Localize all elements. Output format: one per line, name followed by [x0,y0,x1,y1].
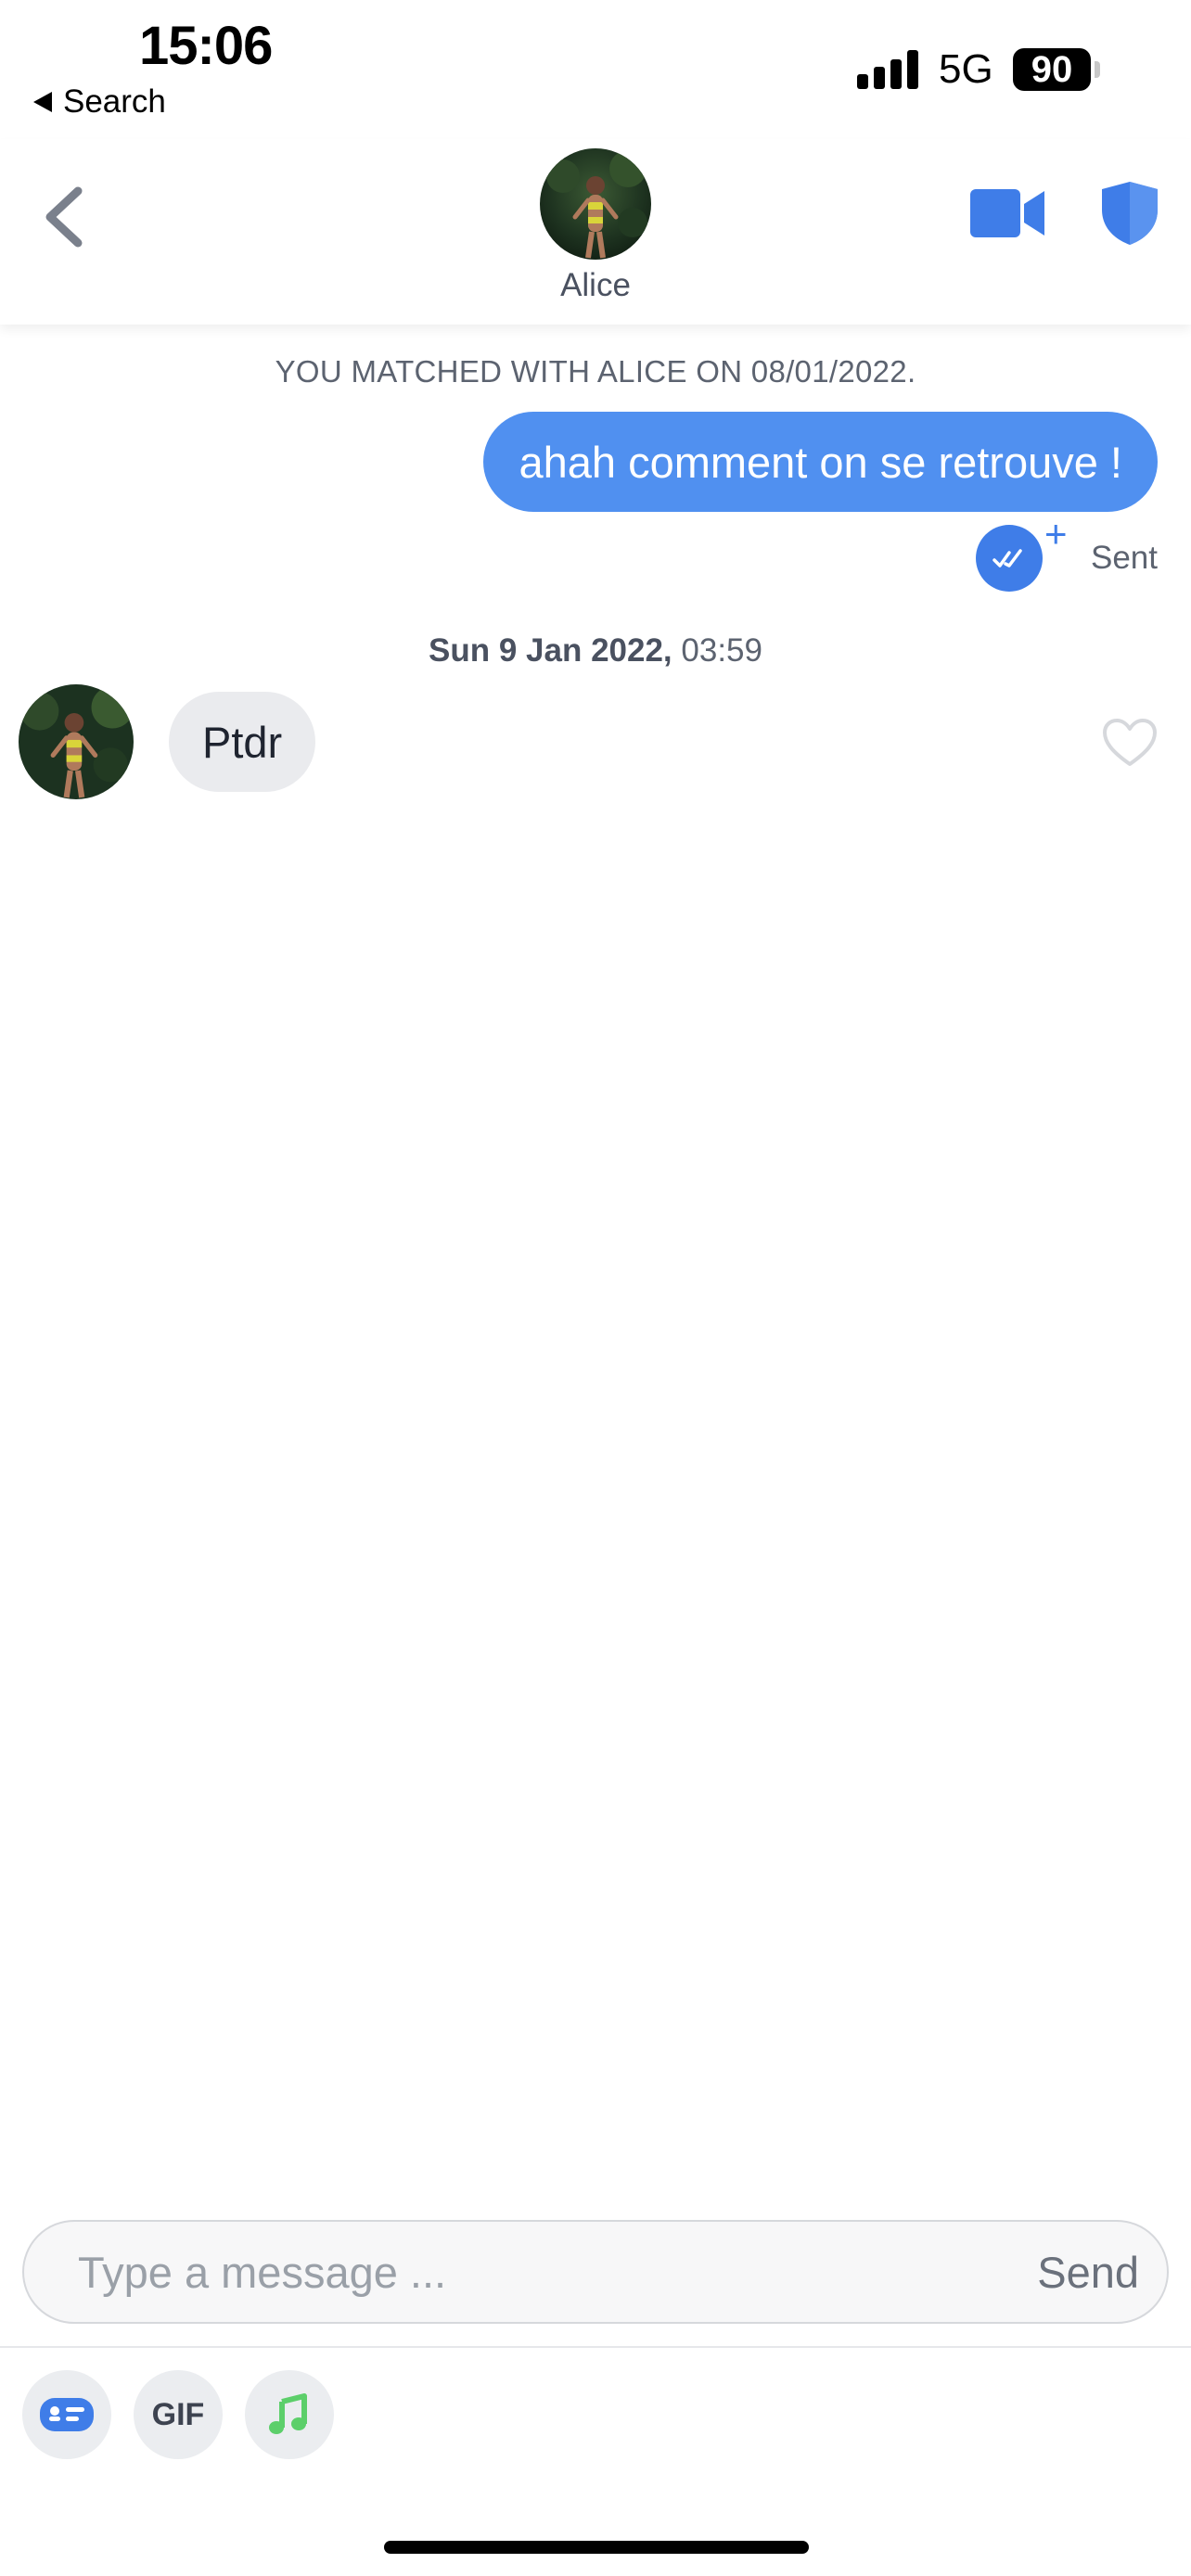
avatar[interactable] [540,148,651,260]
divider [0,2346,1191,2348]
network-type: 5G [939,46,993,92]
chat-header: Alice [0,139,1191,325]
received-message-bubble[interactable]: Ptdr [169,692,316,792]
battery-icon: 90 [1013,48,1091,91]
message-composer: Send [22,2220,1169,2324]
card-icon [40,2398,94,2431]
message-timestamp: Sun 9 Jan 2022, 03:59 [0,632,1191,670]
read-receipt: + Sent [976,512,1158,592]
contact-name[interactable]: Alice [0,267,1191,304]
back-triangle-icon [33,92,52,112]
sent-message-bubble[interactable]: ahah comment on se retrouve ! [483,412,1158,512]
status-bar: 15:06 Search 5G 90 [0,0,1191,139]
video-camera-icon[interactable] [970,187,1044,239]
sticker-card-button[interactable] [22,2370,111,2459]
received-message-row: Ptdr [19,684,316,799]
chevron-left-icon[interactable] [37,184,93,250]
plus-icon: + [1044,512,1068,555]
status-back-label: Search [63,83,166,120]
music-button[interactable] [245,2370,334,2459]
battery-nub [1095,61,1100,78]
profile-photo [540,148,651,260]
shield-icon[interactable] [1100,180,1159,247]
heart-icon[interactable] [1102,718,1158,768]
gif-label: GIF [151,2396,205,2432]
send-button[interactable]: Send [1037,2222,1139,2322]
double-check-icon[interactable]: + [976,512,1068,592]
match-notice: YOU MATCHED WITH ALICE ON 08/01/2022. [275,354,916,389]
timestamp-time: 03:59 [681,632,762,669]
home-indicator[interactable] [384,2541,809,2554]
profile-photo [19,684,134,799]
music-note-icon [269,2393,307,2434]
signal-icon [857,50,918,89]
gif-button[interactable]: GIF [134,2370,223,2459]
avatar[interactable] [19,684,134,799]
status-time: 15:06 [139,16,273,76]
timestamp-date: Sun 9 Jan 2022, [429,632,672,669]
message-input[interactable] [78,2222,1005,2322]
sent-status: Sent [1091,540,1158,576]
status-back-link[interactable]: Search [33,83,166,121]
